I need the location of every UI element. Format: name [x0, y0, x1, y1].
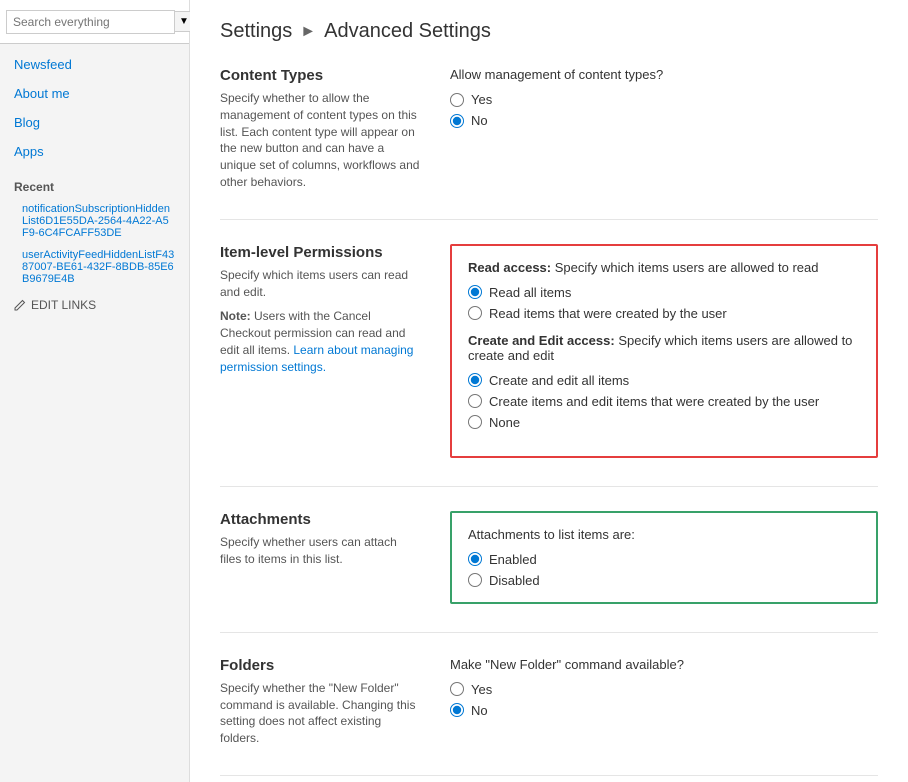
create-edit-none-radio[interactable] [468, 415, 482, 429]
create-edit-all-label: Create and edit all items [489, 373, 629, 388]
note-label: Note: [220, 309, 251, 323]
folders-desc: Specify whether the "New Folder" command… [220, 680, 420, 747]
sidebar: ▼ Newsfeed About me Blog Apps Recent not… [0, 0, 190, 782]
create-edit-label: Create and Edit access: [468, 333, 615, 348]
read-created-by-row[interactable]: Read items that were created by the user [468, 306, 860, 321]
content-types-question: Allow management of content types? [450, 67, 878, 82]
attachments-disabled-label: Disabled [489, 573, 540, 588]
attachments-box: Attachments to list items are: Enabled D… [450, 511, 878, 604]
create-edit-none-label: None [489, 415, 520, 430]
pencil-icon [14, 299, 26, 311]
item-permissions-title: Item-level Permissions [220, 244, 420, 261]
sidebar-item-blog[interactable]: Blog [0, 108, 189, 137]
read-created-by-radio[interactable] [468, 306, 482, 320]
folders-left: Folders Specify whether the "New Folder"… [220, 657, 420, 747]
recent-item-1[interactable]: notificationSubscriptionHiddenList6D1E55… [0, 198, 189, 244]
search-bar: ▼ [0, 0, 189, 44]
content-types-left: Content Types Specify whether to allow t… [220, 67, 420, 191]
item-permissions-right: Read access: Specify which items users a… [450, 244, 878, 458]
item-permissions-note: Note: Users with the Cancel Checkout per… [220, 308, 420, 375]
content-types-no-row[interactable]: No [450, 113, 878, 128]
create-edit-access-section: Create and Edit access: Specify which it… [468, 333, 860, 430]
item-permissions-left: Item-level Permissions Specify which ite… [220, 244, 420, 458]
page-title: Advanced Settings [324, 20, 491, 43]
create-edit-question: Create and Edit access: Specify which it… [468, 333, 860, 363]
create-edit-own-radio[interactable] [468, 394, 482, 408]
item-permissions-section: Item-level Permissions Specify which ite… [220, 244, 878, 458]
content-types-yes-row[interactable]: Yes [450, 92, 878, 107]
content-types-no-radio[interactable] [450, 114, 464, 128]
create-edit-none-row[interactable]: None [468, 415, 860, 430]
attachments-enabled-row[interactable]: Enabled [468, 552, 860, 567]
content-types-yes-radio[interactable] [450, 93, 464, 107]
nav-items: Newsfeed About me Blog Apps [0, 44, 189, 172]
recent-item-2[interactable]: userActivityFeedHiddenListF4387007-BE61-… [0, 244, 189, 290]
attachments-enabled-radio[interactable] [468, 552, 482, 566]
folders-yes-label: Yes [471, 682, 492, 697]
folders-section: Folders Specify whether the "New Folder"… [220, 657, 878, 747]
content-types-title: Content Types [220, 67, 420, 84]
read-all-label: Read all items [489, 285, 571, 300]
read-access-desc-text: Specify which items users are allowed to… [555, 260, 819, 275]
breadcrumb: Settings ► Advanced Settings [220, 20, 878, 43]
attachments-disabled-row[interactable]: Disabled [468, 573, 860, 588]
content-types-section: Content Types Specify whether to allow t… [220, 67, 878, 191]
create-edit-all-row[interactable]: Create and edit all items [468, 373, 860, 388]
read-access-radio-group: Read all items Read items that were crea… [468, 285, 860, 321]
main-content: Settings ► Advanced Settings Content Typ… [190, 0, 908, 782]
folders-question: Make "New Folder" command available? [450, 657, 878, 672]
attachments-section: Attachments Specify whether users can at… [220, 511, 878, 604]
folders-no-radio[interactable] [450, 703, 464, 717]
folders-right: Make "New Folder" command available? Yes… [450, 657, 878, 747]
folders-radio-group: Yes No [450, 682, 878, 718]
content-types-right: Allow management of content types? Yes N… [450, 67, 878, 191]
attachments-title: Attachments [220, 511, 420, 528]
folders-yes-row[interactable]: Yes [450, 682, 878, 697]
folders-no-row[interactable]: No [450, 703, 878, 718]
attachments-enabled-label: Enabled [489, 552, 537, 567]
sidebar-item-apps[interactable]: Apps [0, 137, 189, 166]
folders-yes-radio[interactable] [450, 682, 464, 696]
content-types-desc: Specify whether to allow the management … [220, 90, 420, 191]
settings-label: Settings [220, 20, 292, 43]
read-access-label: Read access: [468, 260, 551, 275]
folders-title: Folders [220, 657, 420, 674]
create-edit-all-radio[interactable] [468, 373, 482, 387]
create-edit-radio-group: Create and edit all items Create items a… [468, 373, 860, 430]
content-types-radio-group: Yes No [450, 92, 878, 128]
create-edit-own-row[interactable]: Create items and edit items that were cr… [468, 394, 860, 409]
attachments-disabled-radio[interactable] [468, 573, 482, 587]
item-permissions-desc: Specify which items users can read and e… [220, 267, 420, 301]
read-access-section: Read access: Specify which items users a… [468, 260, 860, 321]
folders-no-label: No [471, 703, 488, 718]
search-input[interactable] [6, 10, 175, 34]
edit-links-button[interactable]: EDIT LINKS [0, 290, 189, 320]
create-edit-own-label: Create items and edit items that were cr… [489, 394, 819, 409]
read-all-row[interactable]: Read all items [468, 285, 860, 300]
attachments-right: Attachments to list items are: Enabled D… [450, 511, 878, 604]
attachments-left: Attachments Specify whether users can at… [220, 511, 420, 604]
breadcrumb-arrow: ► [300, 23, 316, 41]
read-created-by-label: Read items that were created by the user [489, 306, 727, 321]
read-access-question: Read access: Specify which items users a… [468, 260, 860, 275]
content-types-yes-label: Yes [471, 92, 492, 107]
attachments-radio-group: Enabled Disabled [468, 552, 860, 588]
recent-label: Recent [0, 172, 189, 198]
item-permissions-box: Read access: Specify which items users a… [450, 244, 878, 458]
content-types-no-label: No [471, 113, 488, 128]
attachments-question: Attachments to list items are: [468, 527, 860, 542]
edit-links-label: EDIT LINKS [31, 298, 96, 312]
attachments-desc: Specify whether users can attach files t… [220, 534, 420, 568]
read-all-radio[interactable] [468, 285, 482, 299]
sidebar-item-about-me[interactable]: About me [0, 79, 189, 108]
sidebar-item-newsfeed[interactable]: Newsfeed [0, 50, 189, 79]
